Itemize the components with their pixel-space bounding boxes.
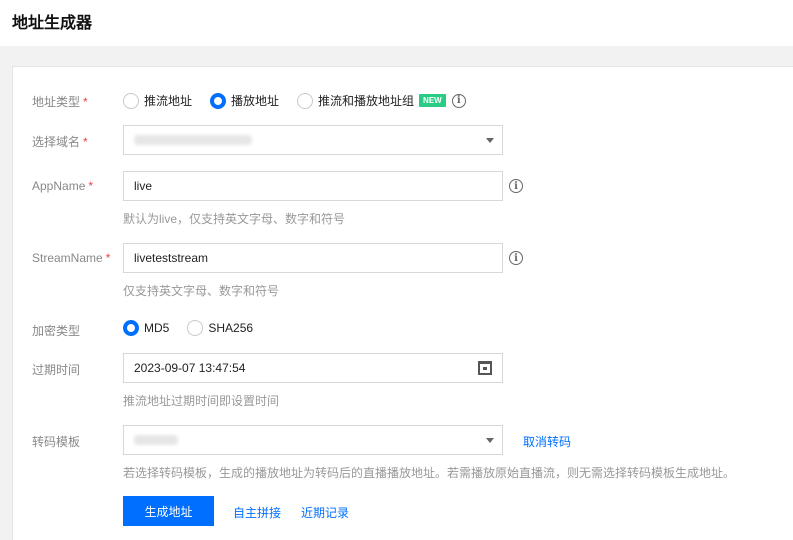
info-icon[interactable]: i xyxy=(451,93,466,108)
address-type-radio-group: 推流地址 播放地址 推流和播放地址组 NEW i xyxy=(123,92,466,109)
appname-label: AppName * xyxy=(32,179,94,193)
domain-label: 选择域名 * xyxy=(32,135,88,149)
streamname-hint: 仅支持英文字母、数字和符号 xyxy=(123,284,280,298)
radio-play-address[interactable]: 播放地址 xyxy=(210,92,279,109)
cancel-transcode-link[interactable]: 取消转码 xyxy=(523,433,571,450)
radio-circle xyxy=(123,92,139,109)
encryption-label: 加密类型 xyxy=(32,324,81,338)
blurred-domain-value xyxy=(134,135,252,145)
transcode-hint: 若选择转码模板，生成的播放地址为转码后的直播播放地址。若需播放原始直播流，则无需… xyxy=(123,466,736,480)
top-bar: 地址生成器 xyxy=(0,0,793,46)
radio-circle-selected xyxy=(123,320,139,336)
custom-concat-link[interactable]: 自主拼接 xyxy=(233,504,281,521)
domain-select[interactable] xyxy=(123,125,503,155)
recent-records-link[interactable]: 近期记录 xyxy=(301,504,349,521)
encryption-radio-group: MD5 SHA256 xyxy=(123,320,271,336)
generate-address-button[interactable]: 生成地址 xyxy=(123,496,214,526)
expire-value: 2023-09-07 13:47:54 xyxy=(134,361,246,375)
streamname-field[interactable] xyxy=(134,251,492,265)
address-type-label: 地址类型 * xyxy=(32,95,88,109)
calendar-icon[interactable] xyxy=(478,361,492,375)
transcode-label: 转码模板 xyxy=(32,435,81,449)
new-badge: NEW xyxy=(419,94,446,107)
radio-md5[interactable]: MD5 xyxy=(123,320,169,336)
radio-circle xyxy=(297,92,314,109)
radio-push-address[interactable]: 推流地址 xyxy=(123,92,192,109)
appname-hint: 默认为live，仅支持英文字母、数字和符号 xyxy=(123,212,346,226)
expire-datetime-picker[interactable]: 2023-09-07 13:47:54 xyxy=(123,353,503,383)
radio-sha256[interactable]: SHA256 xyxy=(187,320,253,336)
streamname-info-icon[interactable]: i xyxy=(509,251,523,265)
chevron-down-icon xyxy=(486,138,494,143)
radio-circle xyxy=(187,320,204,336)
blurred-transcode-value xyxy=(134,435,178,445)
streamname-label: StreamName * xyxy=(32,251,111,265)
page-title: 地址生成器 xyxy=(12,15,93,32)
appname-field[interactable] xyxy=(134,179,492,193)
transcode-select[interactable] xyxy=(123,425,503,455)
streamname-input[interactable] xyxy=(123,243,503,273)
expire-label: 过期时间 xyxy=(32,363,81,377)
appname-info-icon[interactable]: i xyxy=(509,179,523,193)
chevron-down-icon xyxy=(486,438,494,443)
appname-input[interactable] xyxy=(123,171,503,201)
radio-push-play-group[interactable]: 推流和播放地址组 NEW xyxy=(297,92,446,109)
expire-hint: 推流地址过期时间即设置时间 xyxy=(123,394,280,408)
radio-circle-selected xyxy=(210,92,227,109)
